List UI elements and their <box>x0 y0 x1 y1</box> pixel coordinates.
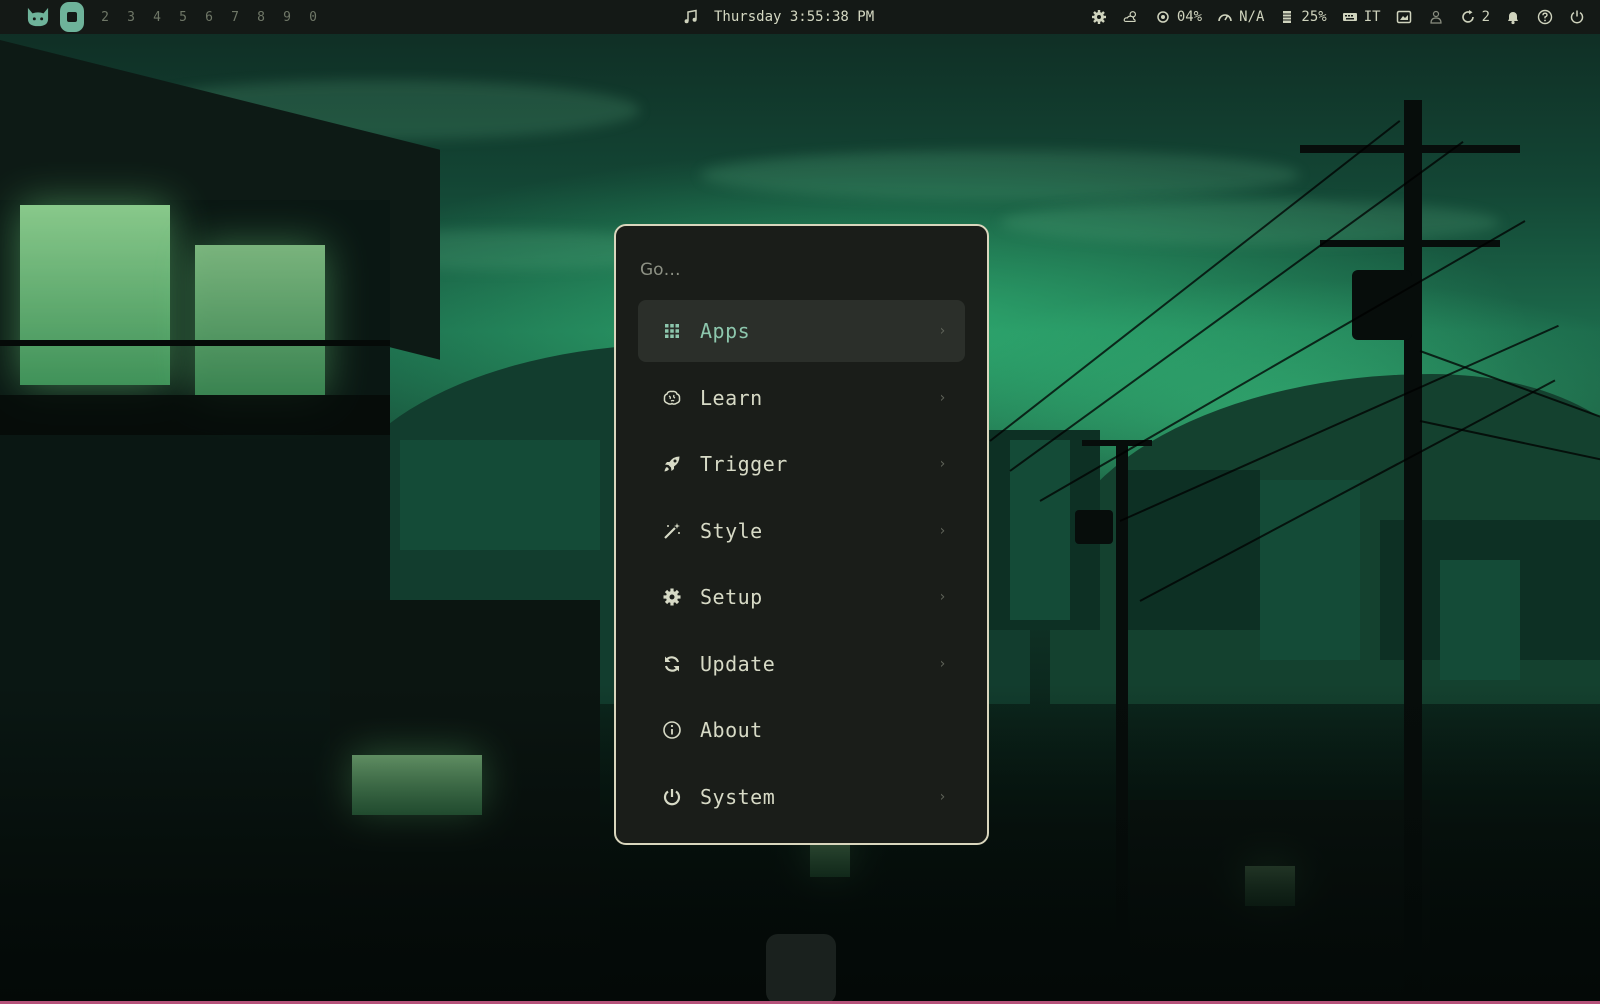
user-idle-icon[interactable] <box>1427 8 1445 26</box>
chevron-right-icon: › <box>938 589 947 605</box>
menu-item-label: Trigger <box>700 452 788 476</box>
launcher-menu: Go… Apps › Learn › Trigger › Style › Set… <box>614 224 989 845</box>
keyboard-layout-value: IT <box>1363 9 1381 25</box>
cpu-value: 04% <box>1176 9 1203 25</box>
menu-item-label: System <box>700 784 776 809</box>
menu-item-update[interactable]: Update › <box>638 633 965 695</box>
chevron-right-icon: › <box>938 655 947 672</box>
refresh-icon <box>660 652 684 676</box>
menu-item-learn[interactable]: Learn › <box>638 367 965 429</box>
speedometer-icon <box>1216 8 1234 26</box>
menu-item-label: About <box>700 718 763 742</box>
workspace-3[interactable]: 3 <box>118 10 144 25</box>
power-icon <box>660 785 684 809</box>
network-status[interactable]: N/A <box>1216 8 1264 26</box>
brain-icon <box>660 386 684 410</box>
music-note-icon[interactable] <box>682 8 700 26</box>
memory-chip-icon <box>1278 8 1296 26</box>
chevron-right-icon: › <box>938 456 947 472</box>
menu-item-style[interactable]: Style › <box>638 500 965 562</box>
workspace-1-active[interactable] <box>60 2 84 32</box>
status-area: 04% N/A 25% IT 2 <box>1090 0 1586 34</box>
workspace-4[interactable]: 4 <box>144 10 170 25</box>
network-value: N/A <box>1239 9 1265 25</box>
bell-icon[interactable] <box>1504 8 1522 26</box>
chevron-right-icon: › <box>938 522 947 539</box>
workspace-5[interactable]: 5 <box>170 10 196 25</box>
clock-text: Thursday 3:55:38 PM <box>714 9 875 25</box>
chevron-right-icon: › <box>938 788 947 805</box>
cpu-icon <box>1154 8 1172 26</box>
workspace-6[interactable]: 6 <box>196 10 222 25</box>
launcher-search-input[interactable]: Go… <box>638 252 965 290</box>
workspace-0[interactable]: 0 <box>300 10 326 25</box>
updates-icon <box>1459 8 1477 26</box>
cat-logo-icon[interactable] <box>24 5 52 29</box>
menu-item-label: Style <box>700 518 763 543</box>
keyboard-layout[interactable]: IT <box>1341 8 1381 26</box>
menu-item-label: Update <box>700 651 776 676</box>
rocket-icon <box>660 452 684 476</box>
menu-item-label: Setup <box>700 585 763 609</box>
menu-item-label: Learn <box>700 385 763 410</box>
launcher-menu-list: Apps › Learn › Trigger › Style › Setup ›… <box>638 300 965 828</box>
help-icon[interactable] <box>1536 8 1554 26</box>
top-bar: 2 3 4 5 6 7 8 9 0 Thursday 3:55:38 PM 04… <box>0 0 1600 34</box>
clock[interactable]: Thursday 3:55:38 PM <box>682 0 874 34</box>
updates-count: 2 <box>1481 9 1490 25</box>
memory-value: 25% <box>1301 9 1327 25</box>
screenshot-icon[interactable] <box>1395 8 1413 26</box>
magic-wand-icon <box>660 519 684 543</box>
grid-icon <box>660 319 684 343</box>
menu-item-system[interactable]: System › <box>638 766 965 828</box>
menu-item-about[interactable]: About <box>638 699 965 761</box>
menu-item-setup[interactable]: Setup › <box>638 566 965 628</box>
workspace-9[interactable]: 9 <box>274 10 300 25</box>
chevron-right-icon: › <box>938 389 947 406</box>
gear-icon <box>660 585 684 609</box>
workspace-8[interactable]: 8 <box>248 10 274 25</box>
workspace-2[interactable]: 2 <box>92 10 118 25</box>
updates-indicator[interactable]: 2 <box>1459 8 1490 26</box>
menu-item-label: Apps <box>700 319 751 343</box>
weather-cloud-sun-icon[interactable] <box>1122 8 1140 26</box>
workspace-7[interactable]: 7 <box>222 10 248 25</box>
dock-handle[interactable] <box>766 934 836 1004</box>
info-icon <box>660 718 684 742</box>
power-icon[interactable] <box>1568 8 1586 26</box>
cpu-usage[interactable]: 04% <box>1154 8 1202 26</box>
workspace-switcher: 2 3 4 5 6 7 8 9 0 <box>0 0 326 34</box>
keyboard-icon <box>1341 8 1359 26</box>
menu-item-trigger[interactable]: Trigger › <box>638 433 965 495</box>
menu-item-apps[interactable]: Apps › <box>638 300 965 362</box>
memory-usage[interactable]: 25% <box>1278 8 1327 26</box>
gear-icon[interactable] <box>1090 8 1108 26</box>
chevron-right-icon: › <box>938 323 947 339</box>
